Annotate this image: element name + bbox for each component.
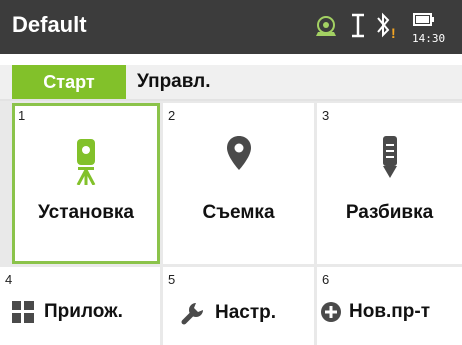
- plus-circle-icon: [321, 302, 341, 322]
- tile-label: Настр.: [215, 302, 277, 323]
- tile-number: 3: [322, 108, 330, 123]
- profile-title: Default: [12, 12, 87, 37]
- map-pin-icon: [226, 136, 251, 170]
- svg-text:!: !: [391, 25, 396, 41]
- tile-settings[interactable]: 5 Настр.: [163, 267, 314, 345]
- menu-grid: 1 Установка 2 Съемка 3 Разбивка 4 Прилож…: [0, 101, 462, 345]
- tile-number: 6: [322, 272, 330, 287]
- tile-number: 5: [168, 272, 176, 287]
- tile-label: Установка: [38, 202, 134, 223]
- bluetooth-warning-icon: !: [377, 12, 396, 41]
- wrench-icon: [181, 303, 203, 325]
- status-bar: ! 14:30: [307, 0, 462, 54]
- clock-time: 14:30: [412, 32, 445, 45]
- tile-number: 4: [5, 272, 13, 287]
- tile-setup[interactable]: 1 Установка: [12, 103, 160, 264]
- tile-apps[interactable]: 4 Прилож.: [0, 267, 160, 345]
- stakeout-pole-icon: [382, 136, 397, 178]
- tile-label: Съемка: [202, 202, 275, 223]
- tab-manage[interactable]: Управл.: [137, 65, 211, 99]
- tile-stakeout[interactable]: 3 Разбивка: [317, 103, 462, 264]
- tab-bar: Старт Управл.: [0, 65, 462, 101]
- tab-start[interactable]: Старт: [12, 65, 126, 99]
- total-station-icon: [76, 139, 96, 185]
- cursor-i-icon: [352, 13, 364, 38]
- battery-icon: [413, 13, 434, 26]
- tile-label: Прилож.: [44, 301, 123, 322]
- tile-number: 2: [168, 108, 176, 123]
- tile-survey[interactable]: 2 Съемка: [163, 103, 314, 264]
- title-bar: Default ! 14:30: [0, 0, 462, 54]
- tile-label: Нов.пр-т: [349, 301, 431, 322]
- tile-new-project[interactable]: 6 Нов.пр-т: [317, 267, 462, 345]
- tile-number: 1: [18, 108, 26, 123]
- apps-grid-icon: [12, 301, 34, 323]
- tile-label: Разбивка: [345, 202, 434, 223]
- target-icon: [316, 16, 336, 36]
